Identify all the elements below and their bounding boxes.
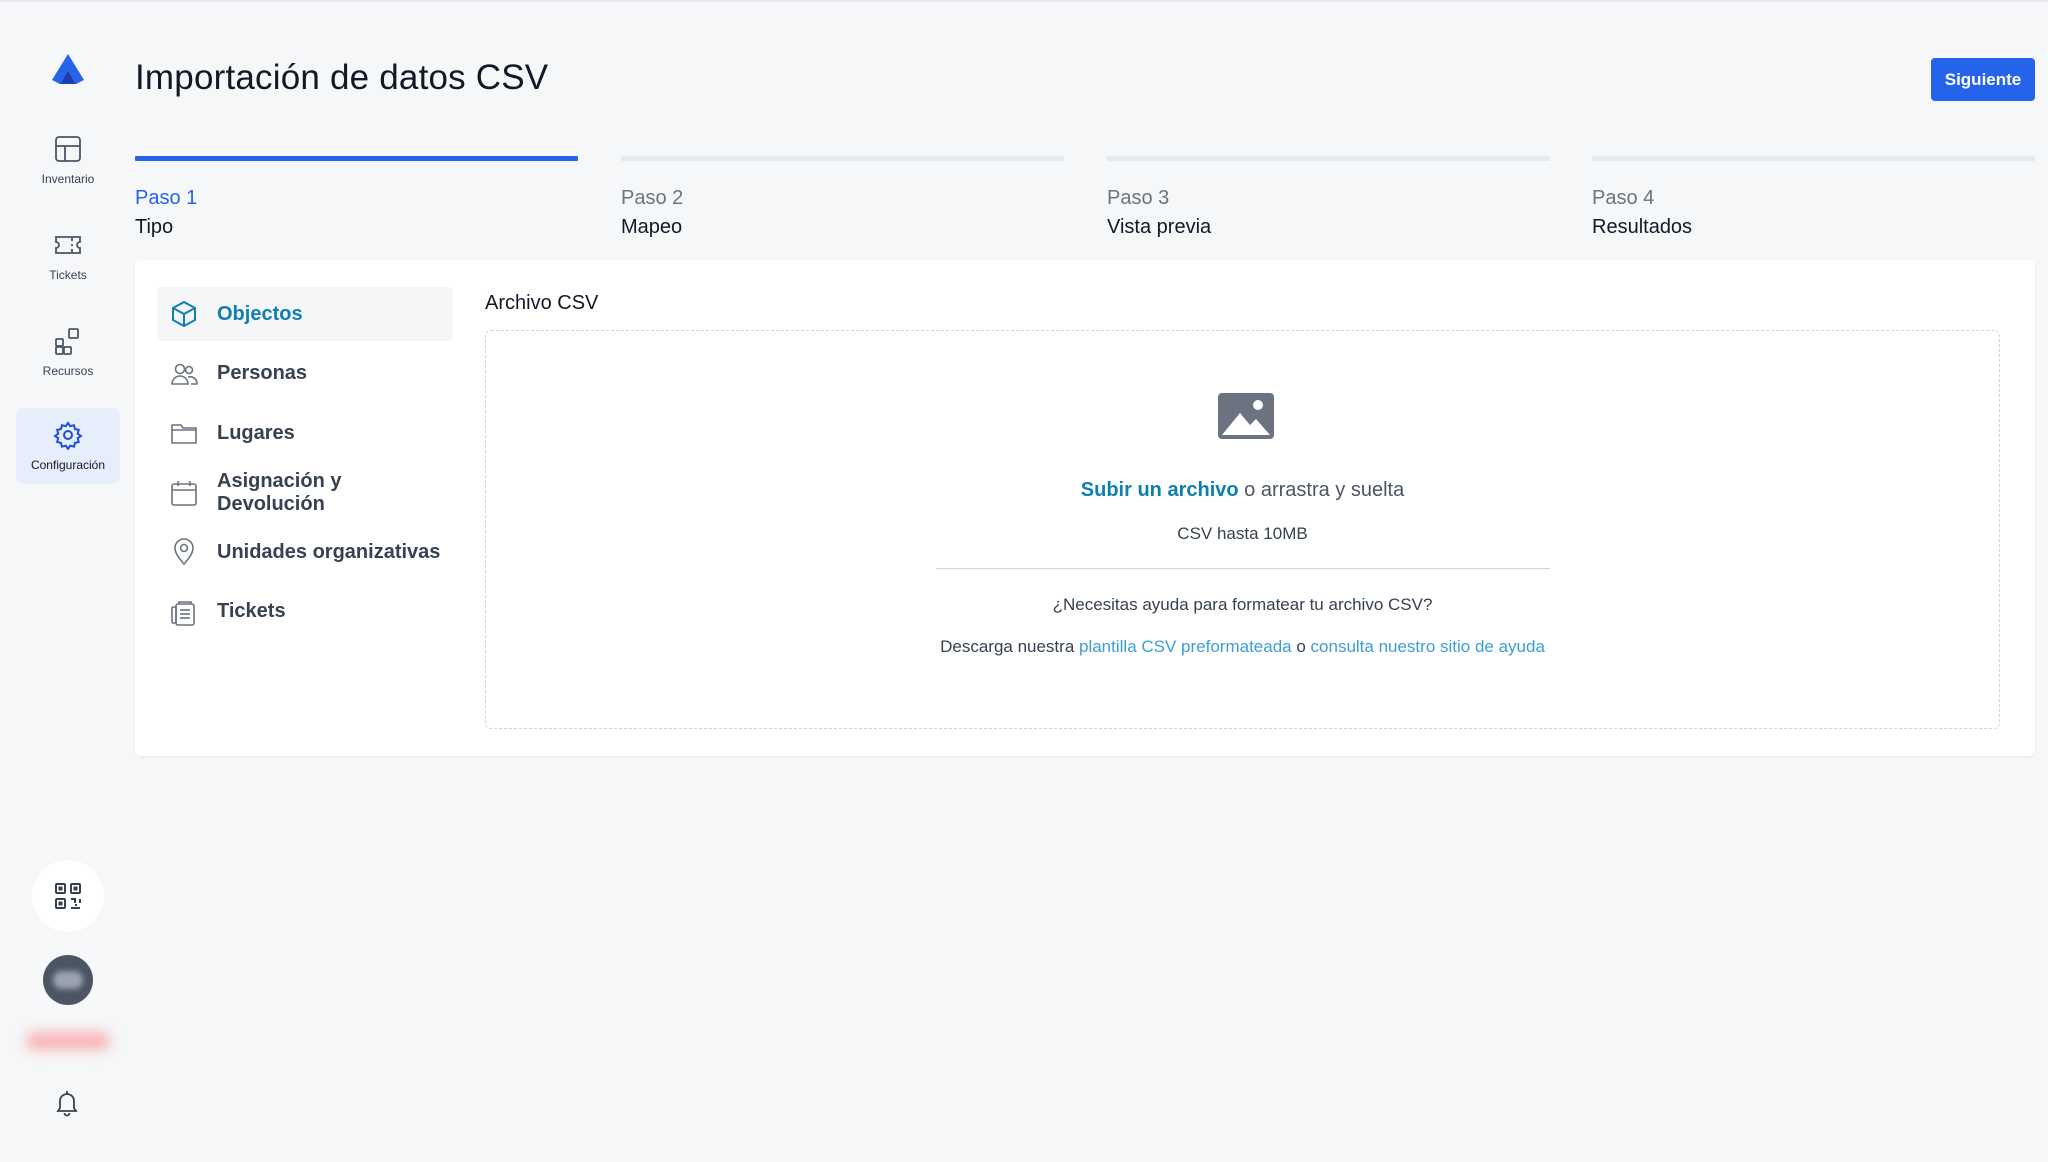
- qr-code-icon: [55, 883, 81, 909]
- sidebar-item-label: Recursos: [42, 364, 94, 378]
- bell-icon[interactable]: [52, 1088, 82, 1118]
- type-label: Lugares: [217, 421, 295, 444]
- help-site-link[interactable]: consulta nuestro sitio de ayuda: [1311, 637, 1545, 656]
- step-progress-bar: [1592, 156, 2035, 161]
- step-name: Mapeo: [621, 216, 683, 238]
- users-icon: [171, 363, 198, 385]
- step-2[interactable]: Paso 2 Mapeo: [621, 156, 1064, 239]
- import-type-list: Objectos Personas Lugares Asignación y D…: [157, 287, 453, 644]
- type-item-lugares[interactable]: Lugares: [157, 406, 453, 460]
- step-name: Vista previa: [1107, 216, 1212, 238]
- location-pin-icon: [174, 538, 194, 566]
- cube-icon: [172, 301, 196, 327]
- sidebar-item-label: Configuración: [30, 458, 106, 472]
- step-name: Tipo: [135, 216, 174, 238]
- type-label: Personas: [217, 362, 308, 384]
- csv-dropzone[interactable]: Subir un archivo o arrastra y suelta CSV…: [485, 330, 2000, 729]
- upload-file-link[interactable]: Subir un archivo: [1081, 479, 1239, 501]
- folder-icon: [171, 424, 197, 444]
- type-label: Objectos: [217, 302, 303, 325]
- upload-prompt: Subir un archivo o arrastra y suelta: [486, 479, 1999, 502]
- step-number: Paso 3: [1107, 187, 1170, 209]
- step-number: Paso 2: [621, 187, 684, 209]
- top-border: [0, 0, 2048, 2]
- step-progress-bar: [1107, 156, 1550, 161]
- connector-text: o: [1291, 637, 1311, 656]
- csv-template-link[interactable]: plantilla CSV preformateada: [1079, 637, 1292, 656]
- avatar[interactable]: [43, 955, 93, 1005]
- step-progress-bar: [135, 156, 578, 161]
- step-1[interactable]: Paso 1 Tipo: [135, 156, 578, 239]
- sidebar-item-label: Inventario: [41, 172, 95, 186]
- drag-drop-text: o arrastra y suelta: [1238, 479, 1405, 501]
- clipboard-icon: [171, 600, 195, 626]
- image-icon: [1218, 393, 1274, 439]
- grid-icon: [55, 136, 81, 162]
- type-item-personas[interactable]: Personas: [157, 347, 453, 401]
- step-number: Paso 4: [1592, 187, 1655, 209]
- help-question: ¿Necesitas ayuda para formatear tu archi…: [1052, 595, 1433, 614]
- sidebar-item-configuracion[interactable]: Configuración: [16, 408, 120, 484]
- step-number: Paso 1: [135, 187, 198, 209]
- type-item-asignacion[interactable]: Asignación y Devolución: [157, 466, 453, 520]
- step-name: Resultados: [1592, 216, 1693, 238]
- page-title: Importación de datos CSV: [135, 58, 549, 97]
- step-3[interactable]: Paso 3 Vista previa: [1107, 156, 1550, 239]
- step-4[interactable]: Paso 4 Resultados: [1592, 156, 2035, 239]
- calendar-icon: [171, 480, 197, 506]
- help-links: Descarga nuestra plantilla CSV preformat…: [486, 637, 1999, 657]
- qr-scan-button[interactable]: [32, 860, 104, 932]
- divider: [936, 568, 1550, 569]
- sidebar: Inventario Tickets Recursos Configuració…: [0, 0, 135, 1162]
- next-button[interactable]: Siguiente: [1931, 58, 2035, 101]
- type-label: Tickets: [217, 600, 286, 622]
- file-size-hint: CSV hasta 10MB: [1177, 524, 1308, 543]
- step-progress-bar: [621, 156, 1064, 161]
- apps-icon: [55, 328, 79, 355]
- sidebar-item-recursos[interactable]: Recursos: [16, 314, 120, 390]
- gear-icon: [53, 421, 83, 450]
- type-label: Unidades organizativas: [217, 540, 441, 563]
- csv-section-label: Archivo CSV: [485, 292, 599, 314]
- type-item-objectos[interactable]: Objectos: [157, 287, 453, 341]
- type-item-tickets[interactable]: Tickets: [157, 585, 453, 639]
- app-logo-icon[interactable]: [50, 52, 86, 88]
- avatar-image: [53, 971, 83, 989]
- import-card: Objectos Personas Lugares Asignación y D…: [135, 260, 2035, 756]
- type-item-unidades[interactable]: Unidades organizativas: [157, 525, 453, 579]
- type-label: Asignación y Devolución: [217, 469, 342, 515]
- sidebar-item-tickets[interactable]: Tickets: [16, 218, 120, 294]
- ticket-icon: [55, 236, 81, 254]
- sidebar-item-inventario[interactable]: Inventario: [16, 122, 120, 198]
- sidebar-item-label: Tickets: [49, 268, 87, 282]
- user-name-redacted: [26, 1032, 110, 1050]
- download-prefix: Descarga nuestra: [940, 637, 1079, 656]
